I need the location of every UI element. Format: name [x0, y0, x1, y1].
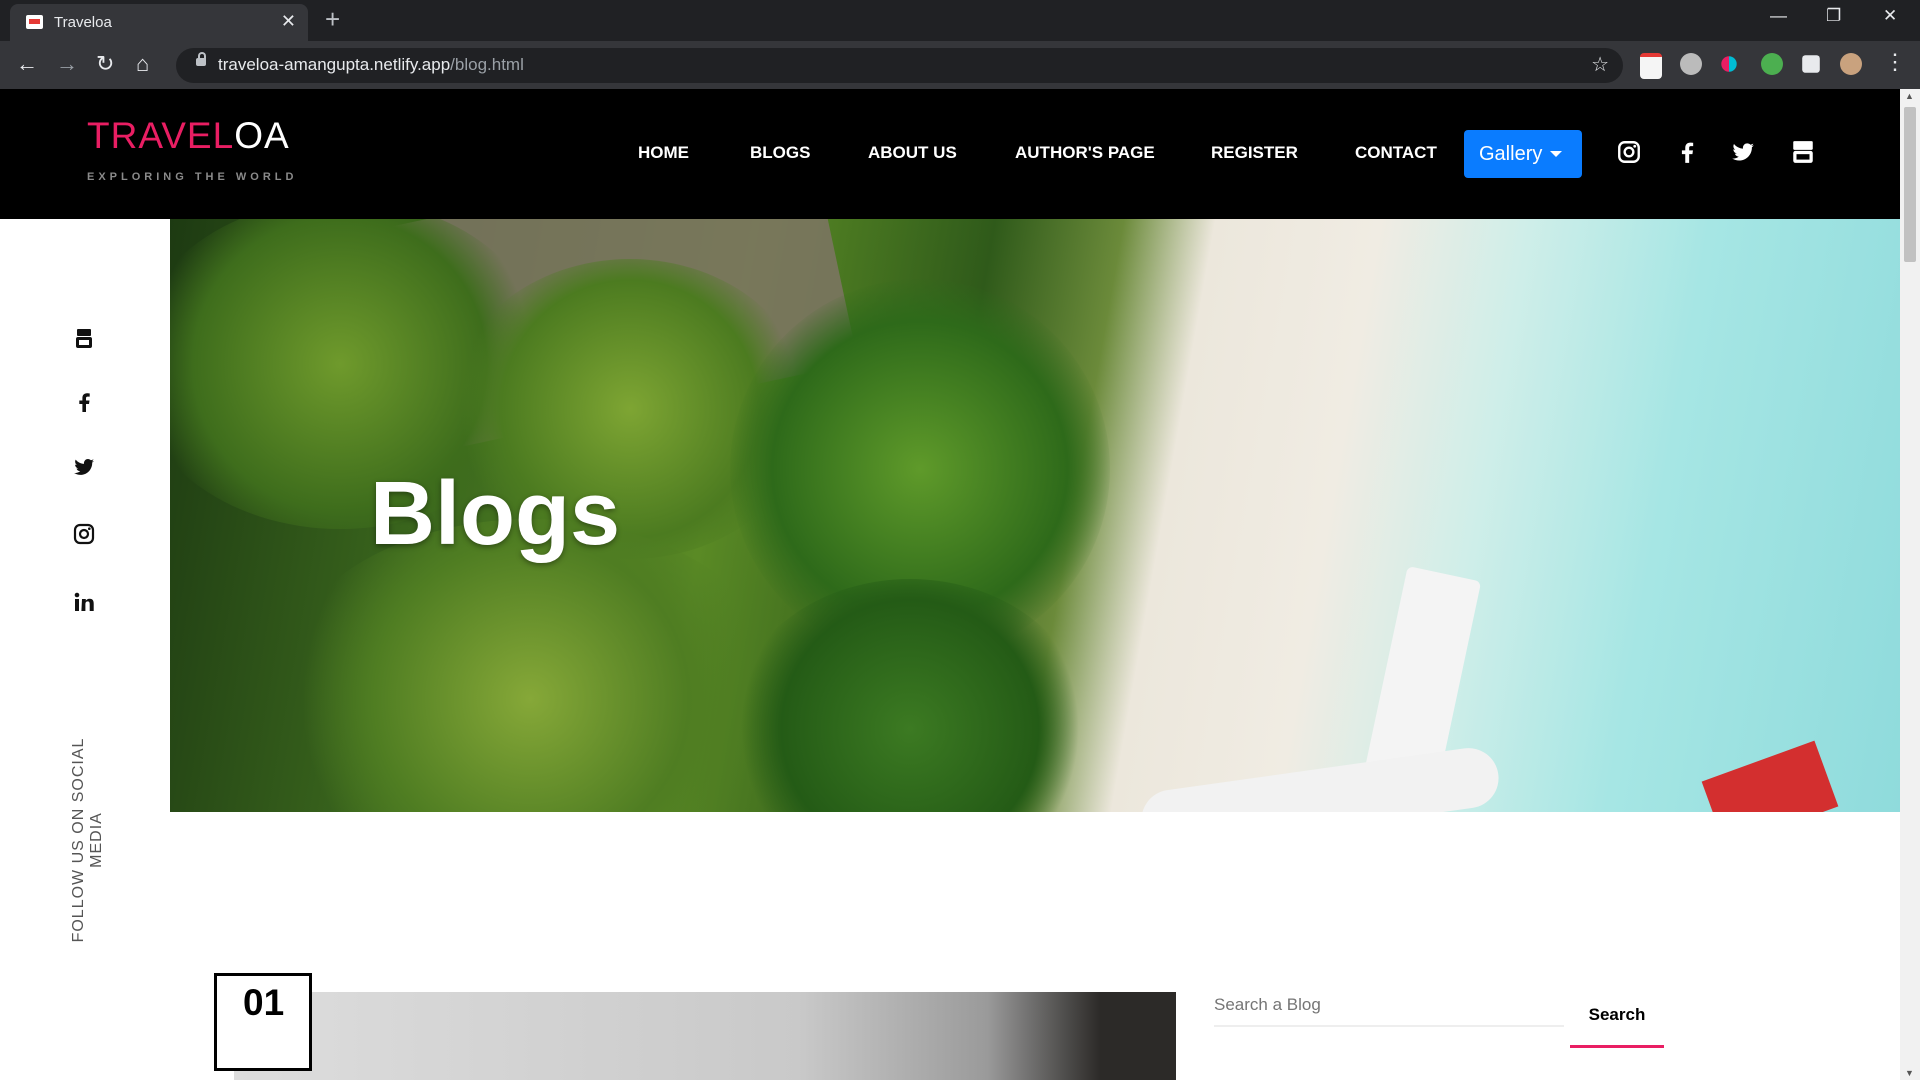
browser-menu-icon[interactable]: ⋮ — [1884, 49, 1906, 75]
browser-tab-bar: Traveloa ✕ + — ❐ ✕ — [0, 0, 1920, 41]
minimize-icon[interactable]: — — [1770, 6, 1787, 26]
new-tab-icon[interactable]: + — [325, 4, 340, 35]
extension-calendar-icon[interactable] — [1640, 53, 1662, 79]
page-title: Blogs — [370, 464, 621, 564]
search-button[interactable]: Search — [1570, 985, 1664, 1048]
site-tagline: EXPLORING THE WORLD — [87, 171, 298, 183]
extension-dots-icon[interactable] — [1721, 56, 1737, 72]
nav-contact[interactable]: CONTACT — [1355, 143, 1437, 163]
search-blog-input[interactable] — [1214, 985, 1564, 1027]
instagram-icon[interactable] — [1616, 139, 1642, 165]
profile-avatar[interactable] — [1840, 53, 1862, 75]
reload-icon[interactable]: ↻ — [96, 51, 114, 77]
browser-toolbar: ← → ↻ ⌂ traveloa-amangupta.netlify.app/b… — [0, 41, 1920, 89]
tab-title: Traveloa — [54, 14, 112, 31]
scroll-down-icon[interactable]: ▼ — [1905, 1068, 1914, 1078]
restore-icon[interactable]: ❐ — [1826, 6, 1841, 26]
instagram-icon[interactable] — [72, 522, 96, 546]
youtube-icon[interactable] — [72, 327, 96, 351]
address-bar[interactable]: traveloa-amangupta.netlify.app/blog.html… — [176, 48, 1623, 83]
facebook-icon[interactable] — [72, 390, 96, 414]
twitter-icon[interactable] — [72, 455, 96, 479]
linkedin-icon[interactable] — [72, 590, 96, 614]
twitter-icon[interactable] — [1730, 139, 1756, 165]
scroll-up-icon[interactable]: ▲ — [1905, 91, 1914, 101]
site-header: TRAVELOA EXPLORING THE WORLD HOME BLOGS … — [0, 89, 1900, 219]
site-logo[interactable]: TRAVELOA — [87, 115, 290, 157]
nav-authors-page[interactable]: AUTHOR'S PAGE — [1015, 143, 1155, 163]
browser-tab[interactable]: Traveloa ✕ — [10, 4, 308, 41]
hero-banner: Blogs — [170, 219, 1900, 812]
blog-post-image[interactable] — [234, 992, 1176, 1080]
forward-icon[interactable]: → — [56, 51, 78, 77]
extension-gear-icon[interactable] — [1680, 53, 1702, 75]
favicon-icon — [26, 15, 43, 29]
url-text: traveloa-amangupta.netlify.app/blog.html — [218, 55, 524, 74]
youtube-icon[interactable] — [1790, 139, 1816, 165]
bookmark-star-icon[interactable]: ☆ — [1591, 52, 1609, 77]
close-tab-icon[interactable]: ✕ — [281, 11, 296, 32]
facebook-icon[interactable] — [1674, 139, 1700, 165]
nav-about-us[interactable]: ABOUT US — [868, 143, 957, 163]
scrollbar-thumb[interactable] — [1904, 107, 1916, 262]
nav-home[interactable]: HOME — [638, 143, 689, 163]
gallery-dropdown-button[interactable]: Gallery — [1464, 130, 1582, 178]
back-icon[interactable]: ← — [16, 51, 38, 77]
blog-number-badge: 01 — [214, 973, 312, 1071]
follow-us-text: FOLLOW US ON SOCIAL MEDIA — [70, 737, 105, 943]
lock-icon — [196, 52, 206, 66]
extensions-puzzle-icon[interactable] — [1802, 55, 1820, 73]
home-icon[interactable]: ⌂ — [136, 51, 149, 77]
page-scrollbar[interactable]: ▲ ▼ — [1900, 89, 1920, 1080]
extension-plus-icon[interactable] — [1761, 53, 1783, 75]
caret-down-icon — [1550, 151, 1562, 157]
close-window-icon[interactable]: ✕ — [1883, 6, 1897, 26]
nav-register[interactable]: REGISTER — [1211, 143, 1298, 163]
nav-blogs[interactable]: BLOGS — [750, 143, 810, 163]
